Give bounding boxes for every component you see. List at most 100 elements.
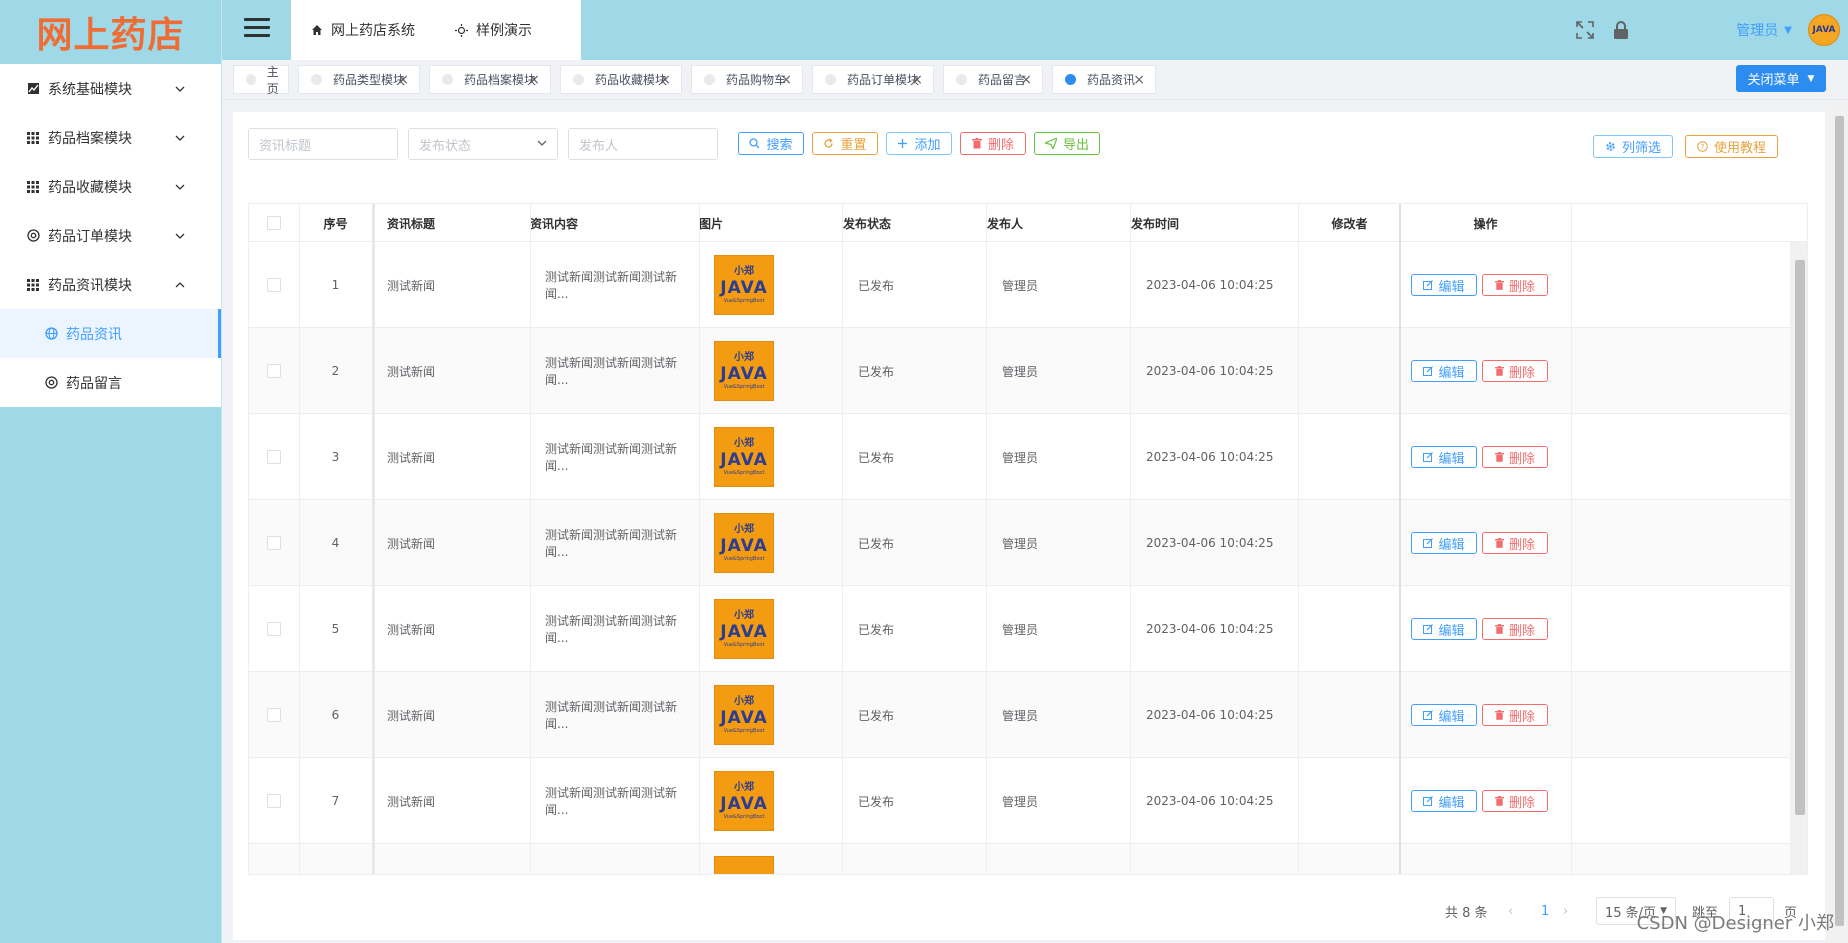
close-icon[interactable]: ×: [528, 72, 540, 88]
close-icon[interactable]: ×: [659, 72, 671, 88]
user-name[interactable]: 管理员: [1736, 20, 1778, 40]
column-header-time[interactable]: 发布时间: [1131, 204, 1299, 242]
sidebar-item-drug-news[interactable]: 药品资讯模块: [0, 260, 221, 309]
row-checkbox[interactable]: [267, 536, 281, 550]
tab-drug-news[interactable]: 药品资讯 ×: [1052, 65, 1156, 94]
column-header-image[interactable]: 图片: [699, 204, 842, 242]
fullscreen-icon[interactable]: [1574, 19, 1596, 41]
status-select[interactable]: 发布状态: [408, 128, 558, 160]
sidebar-item-drug-archive[interactable]: 药品档案模块: [0, 113, 221, 162]
title-search-input[interactable]: 资讯标题: [248, 128, 398, 160]
edit-button[interactable]: 编辑: [1411, 790, 1477, 812]
delete-button[interactable]: 删除: [960, 132, 1026, 155]
avatar[interactable]: JAVA: [1808, 14, 1840, 46]
news-thumbnail[interactable]: 小郑 JAVA Vue&SpringBoot: [714, 685, 774, 745]
column-header-title[interactable]: 资讯标题: [387, 204, 530, 242]
close-icon[interactable]: ×: [1133, 72, 1145, 88]
reset-button[interactable]: 重置: [812, 132, 878, 155]
news-thumbnail[interactable]: 小郑 JAVA Vue&SpringBoot: [714, 341, 774, 401]
prev-page-icon[interactable]: ‹: [1508, 897, 1513, 925]
row-delete-button[interactable]: 删除: [1482, 618, 1548, 640]
table-row[interactable]: 3 测试新闻 测试新闻测试新闻测试新闻... 已发布 管理员 2023-04-06 10:…: [249, 414, 1790, 500]
tab-home[interactable]: 主页: [233, 65, 289, 96]
header-link-demo[interactable]: 样例演示: [455, 20, 532, 40]
row-delete-button[interactable]: 删除: [1482, 446, 1548, 468]
caret-down-icon[interactable]: ▼: [1784, 25, 1792, 36]
tab-drug-archive[interactable]: 药品档案模块 ×: [429, 65, 551, 94]
hamburger-menu-icon[interactable]: [244, 18, 270, 40]
close-icon[interactable]: ×: [780, 72, 792, 88]
table-scrollbar[interactable]: [1790, 242, 1807, 874]
row-delete-button[interactable]: 删除: [1482, 360, 1548, 382]
tab-drug-orders[interactable]: 药品订单模块 ×: [812, 65, 934, 94]
news-thumbnail[interactable]: 小郑: [714, 856, 774, 874]
header-link-system[interactable]: 网上药店系统: [311, 20, 415, 40]
page-scrollbar[interactable]: [1830, 100, 1848, 943]
row-delete-button[interactable]: 删除: [1482, 704, 1548, 726]
edit-label: 编辑: [1438, 365, 1465, 381]
cell-status: 已发布: [858, 536, 895, 551]
sidebar-item-drug-favorites[interactable]: 药品收藏模块: [0, 162, 221, 211]
edit-button[interactable]: 编辑: [1411, 274, 1477, 296]
news-thumbnail[interactable]: 小郑 JAVA Vue&SpringBoot: [714, 255, 774, 315]
tab-drug-messages[interactable]: 药品留言 ×: [943, 65, 1043, 94]
tutorial-button[interactable]: ? 使用教程: [1685, 135, 1778, 158]
news-thumbnail[interactable]: 小郑 JAVA Vue&SpringBoot: [714, 513, 774, 573]
table-row[interactable]: 2 测试新闻 测试新闻测试新闻测试新闻... 已发布 管理员 2023-04-06 10:…: [249, 328, 1790, 414]
search-button[interactable]: 搜索: [738, 132, 804, 155]
table-row[interactable]: 5 测试新闻 测试新闻测试新闻测试新闻... 已发布 管理员 2023-04-06 10:…: [249, 586, 1790, 672]
sidebar-item-system-basic[interactable]: 系统基础模块: [0, 64, 221, 113]
news-thumbnail[interactable]: 小郑 JAVA Vue&SpringBoot: [714, 427, 774, 487]
row-checkbox[interactable]: [267, 794, 281, 808]
publisher-search-input[interactable]: 发布人: [568, 128, 718, 160]
column-header-modifier[interactable]: 修改者: [1299, 204, 1400, 242]
lock-icon[interactable]: [1610, 19, 1632, 41]
pagination-current[interactable]: 1: [1541, 897, 1549, 925]
row-delete-button[interactable]: 删除: [1482, 532, 1548, 554]
next-page-icon[interactable]: ›: [1563, 897, 1568, 925]
edit-button[interactable]: 编辑: [1411, 360, 1477, 382]
table-row[interactable]: 1 测试新闻 测试新闻测试新闻测试新闻... 已发布 管理员 2023-04-06 10:…: [249, 242, 1790, 328]
tab-drug-type[interactable]: 药品类型模块 ×: [298, 65, 420, 94]
tab-drug-cart[interactable]: 药品购物车 ×: [691, 65, 803, 94]
header-select-all[interactable]: [249, 204, 299, 242]
column-header-no[interactable]: 序号: [299, 204, 372, 242]
tab-drug-favorites[interactable]: 药品收藏模块 ×: [560, 65, 682, 94]
table-row[interactable]: 4 测试新闻 测试新闻测试新闻测试新闻... 已发布 管理员 2023-04-06 10:…: [249, 500, 1790, 586]
add-button[interactable]: 添加: [886, 132, 952, 155]
table-row[interactable]: 6 测试新闻 测试新闻测试新闻测试新闻... 已发布 管理员 2023-04-06 10:…: [249, 672, 1790, 758]
row-checkbox[interactable]: [267, 708, 281, 722]
page-scrollbar-thumb[interactable]: [1835, 116, 1844, 926]
sidebar-subitem-drug-messages[interactable]: 药品留言: [0, 358, 221, 407]
column-filter-button[interactable]: 列筛选: [1593, 135, 1673, 158]
select-all-checkbox[interactable]: [267, 216, 281, 230]
sidebar-item-drug-orders[interactable]: 药品订单模块: [0, 211, 221, 260]
table-row[interactable]: 小郑: [249, 844, 1790, 874]
column-header-content[interactable]: 资讯内容: [530, 204, 699, 242]
sidebar-subitem-drug-news[interactable]: 药品资讯: [0, 309, 221, 358]
row-checkbox[interactable]: [267, 622, 281, 636]
news-thumbnail[interactable]: 小郑 JAVA Vue&SpringBoot: [714, 771, 774, 831]
row-delete-button[interactable]: 删除: [1482, 790, 1548, 812]
table-row[interactable]: 7 测试新闻 测试新闻测试新闻测试新闻... 已发布 管理员 2023-04-06 10:…: [249, 758, 1790, 844]
close-menu-button[interactable]: 关闭菜单 ▼: [1736, 65, 1826, 92]
pagination: 共 8 条 ‹ 1 › 15 条/页 ▼ 跳至 1 页: [233, 897, 1825, 929]
export-button[interactable]: 导出: [1034, 132, 1100, 155]
column-header-status[interactable]: 发布状态: [843, 204, 987, 242]
edit-button[interactable]: 编辑: [1411, 704, 1477, 726]
row-checkbox[interactable]: [267, 450, 281, 464]
close-icon[interactable]: ×: [397, 72, 409, 88]
row-checkbox[interactable]: [267, 278, 281, 292]
close-icon[interactable]: ×: [911, 72, 923, 88]
edit-button[interactable]: 编辑: [1411, 446, 1477, 468]
cell-modifier: [1299, 242, 1400, 328]
chevron-up-icon: [173, 278, 187, 292]
table-scrollbar-thumb[interactable]: [1795, 260, 1805, 815]
edit-button[interactable]: 编辑: [1411, 532, 1477, 554]
row-delete-button[interactable]: 删除: [1482, 274, 1548, 296]
news-thumbnail[interactable]: 小郑 JAVA Vue&SpringBoot: [714, 599, 774, 659]
edit-button[interactable]: 编辑: [1411, 618, 1477, 640]
row-checkbox[interactable]: [267, 364, 281, 378]
column-header-publisher[interactable]: 发布人: [987, 204, 1131, 242]
close-icon[interactable]: ×: [1020, 72, 1032, 88]
